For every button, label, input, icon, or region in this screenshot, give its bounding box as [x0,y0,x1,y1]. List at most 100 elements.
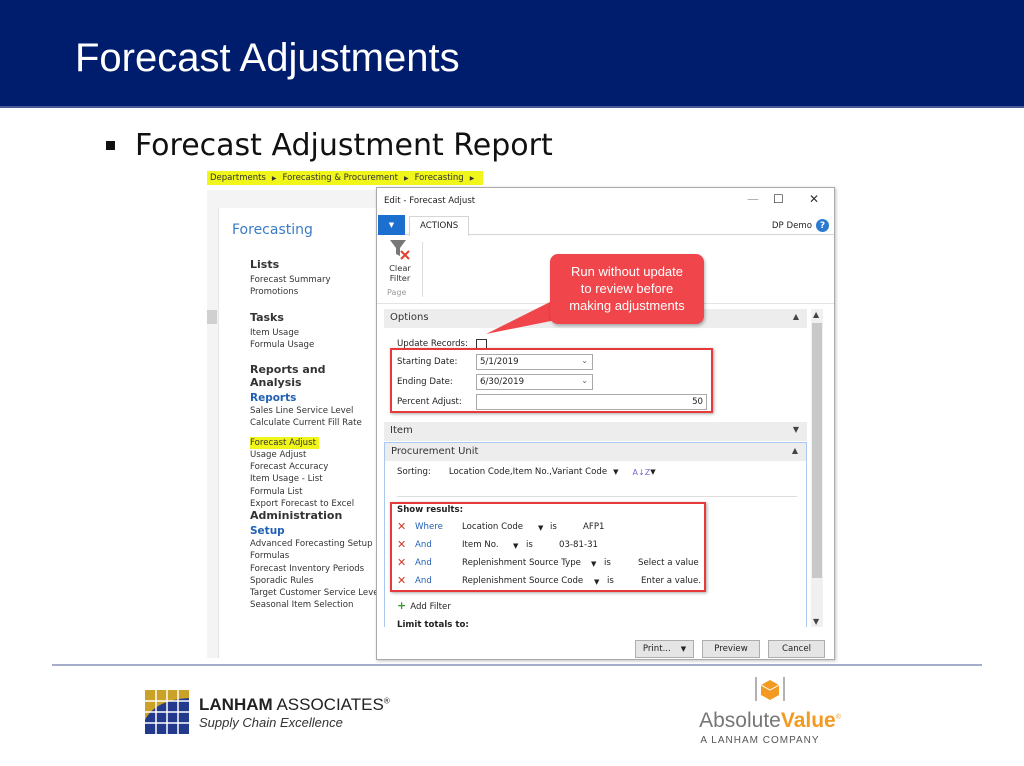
caret-down-icon[interactable]: ▼ [538,524,543,532]
close-button[interactable]: ✕ [809,192,819,206]
caret-down-icon[interactable]: ▼ [681,645,686,653]
fasttab-procurement-unit[interactable]: Procurement Unit ▲ [384,442,807,461]
divider [397,496,797,497]
chevron-down-icon[interactable]: ⌄ [581,356,588,365]
remove-filter-icon[interactable]: ✕ [397,556,406,569]
add-filter-button[interactable]: + Add Filter [397,599,451,612]
filter-field[interactable]: Replenishment Source Type [462,558,581,568]
filter-value[interactable]: 03-81-31 [559,540,598,550]
filter-field[interactable]: Item No. [462,540,499,550]
filter-field[interactable]: Location Code [462,522,523,532]
nav-link[interactable]: Sporadic Rules [250,575,381,587]
filter-conjunction: Where [415,522,443,532]
app-menu-button[interactable]: ▼ [378,215,405,235]
scroll-down-icon[interactable]: ▼ [813,617,819,626]
nav-link[interactable]: Sales Line Service Level [250,405,378,417]
user-name: DP Demo [771,220,812,231]
starting-date-label: Starting Date: [397,357,458,367]
filter-value[interactable]: Enter a value. [641,576,701,586]
fasttab-item[interactable]: Item ▼ [384,422,807,441]
caret-down-icon[interactable]: ▼ [594,578,599,586]
nav-link[interactable]: Formulas [250,550,381,562]
breadcrumb-item[interactable]: Forecasting & Procurement [283,173,398,183]
nav-link[interactable]: Forecast Inventory Periods [250,563,381,575]
vertical-scrollbar[interactable]: ▲ ▼ [811,309,823,627]
caret-down-icon: ▼ [388,221,395,229]
remove-filter-icon[interactable]: ✕ [397,520,406,533]
nav-link-forecast-adjust[interactable]: Forecast Adjust [250,436,319,449]
tab-actions[interactable]: ACTIONS [409,216,470,236]
sort-order-icon[interactable]: A↓Z [633,468,651,477]
sorting-dropdown[interactable]: Location Code,Item No.,Variant Code [449,467,607,477]
callout-line: making adjustments [569,298,685,313]
section-heading: Administration [250,509,343,522]
cancel-button[interactable]: Cancel [768,640,825,658]
starting-date-field[interactable]: 5/1/2019 ⌄ [476,354,593,370]
nav-link[interactable]: Advanced Forecasting Setup [250,538,381,550]
filter-value[interactable]: AFP1 [583,522,604,532]
ribbon-separator [422,242,423,297]
nav-title: Forecasting [232,222,313,238]
nav-link[interactable]: Seasonal Item Selection [250,599,381,611]
chevron-down-icon[interactable]: ⌄ [581,376,588,385]
minimize-button[interactable]: — [747,192,759,206]
clear-filter-button[interactable]: Clear Filter [384,238,416,283]
nav-link[interactable]: Calculate Current Fill Rate [250,417,378,429]
breadcrumb-item[interactable]: Forecasting [415,173,464,183]
remove-filter-icon[interactable]: ✕ [397,574,406,587]
caret-down-icon[interactable]: ▼ [591,560,596,568]
percent-adjust-field[interactable]: 50 [476,394,707,410]
absolute-value-wordmark: AbsoluteValue® [699,709,841,732]
lanham-logo: LANHAM ASSOCIATES® Supply Chain Excellen… [145,690,390,734]
nav-link[interactable]: Forecast Summary [250,274,331,286]
print-button[interactable]: Print... ▼ [635,640,694,658]
print-label: Print... [642,644,671,654]
nav-link[interactable]: Target Customer Service Level [250,587,381,599]
slide-title: Forecast Adjustments [75,36,460,80]
footer-divider [52,664,982,666]
lanham-grid-logo-icon [145,690,189,734]
percent-adjust-label: Percent Adjust: [397,397,462,407]
section-subheading: Reports [250,392,297,404]
ribbon-group-label: Page [387,288,407,297]
remove-filter-icon[interactable]: ✕ [397,538,406,551]
scrollbar-thumb[interactable] [812,323,822,578]
nav-link[interactable]: Usage Adjust [250,449,378,461]
preview-button[interactable]: Preview [702,640,760,658]
absolute-value-tagline: A LANHAM COMPANY [700,735,820,746]
nav-link[interactable]: Formula Usage [250,339,314,351]
update-records-checkbox[interactable] [476,339,487,350]
navigation-pane: Forecasting Lists Forecast Summary Promo… [218,208,381,658]
filter-conjunction: And [415,558,432,568]
bullet-square-icon [106,141,115,150]
breadcrumb-item[interactable]: Departments [210,173,266,183]
filter-conjunction: And [415,576,432,586]
nav-link[interactable]: Forecast Accuracy [250,461,378,473]
scroll-up-icon[interactable]: ▲ [813,310,819,319]
add-filter-label: Add Filter [410,602,451,612]
callout-note: Run without update to review before maki… [550,254,704,324]
maximize-button[interactable]: ☐ [773,192,784,206]
user-info: DP Demo ? [772,219,829,232]
nav-link[interactable]: Formula List [250,486,378,498]
chevron-down-icon[interactable]: ▼ [793,425,799,434]
caret-down-icon[interactable]: ▼ [513,542,518,550]
nav-link[interactable]: Item Usage - List [250,473,378,485]
clear-filter-icon [390,240,410,260]
chevron-up-icon[interactable]: ▲ [792,446,798,455]
chevron-up-icon[interactable]: ▲ [793,312,799,321]
nav-link[interactable]: Promotions [250,286,331,298]
filter-value[interactable]: Select a value [638,558,699,568]
help-icon[interactable]: ? [816,219,829,232]
chevron-right-icon: ▶ [403,174,409,182]
breadcrumb: Departments ▶ Forecasting & Procurement ▶ … [207,171,484,185]
filter-field[interactable]: Replenishment Source Code [462,576,583,586]
caret-down-icon[interactable]: ▼ [613,468,618,476]
nav-link[interactable]: Item Usage [250,327,314,339]
slide-title-bar: Forecast Adjustments [0,0,1024,108]
caret-down-icon[interactable]: ▼ [650,468,655,476]
chevron-right-icon: ▶ [469,174,475,182]
ending-date-field[interactable]: 6/30/2019 ⌄ [476,374,593,390]
nav-scroll-handle[interactable] [207,310,217,324]
dialog-content: Options ▲ Update Records: Starting Date:… [384,309,807,627]
